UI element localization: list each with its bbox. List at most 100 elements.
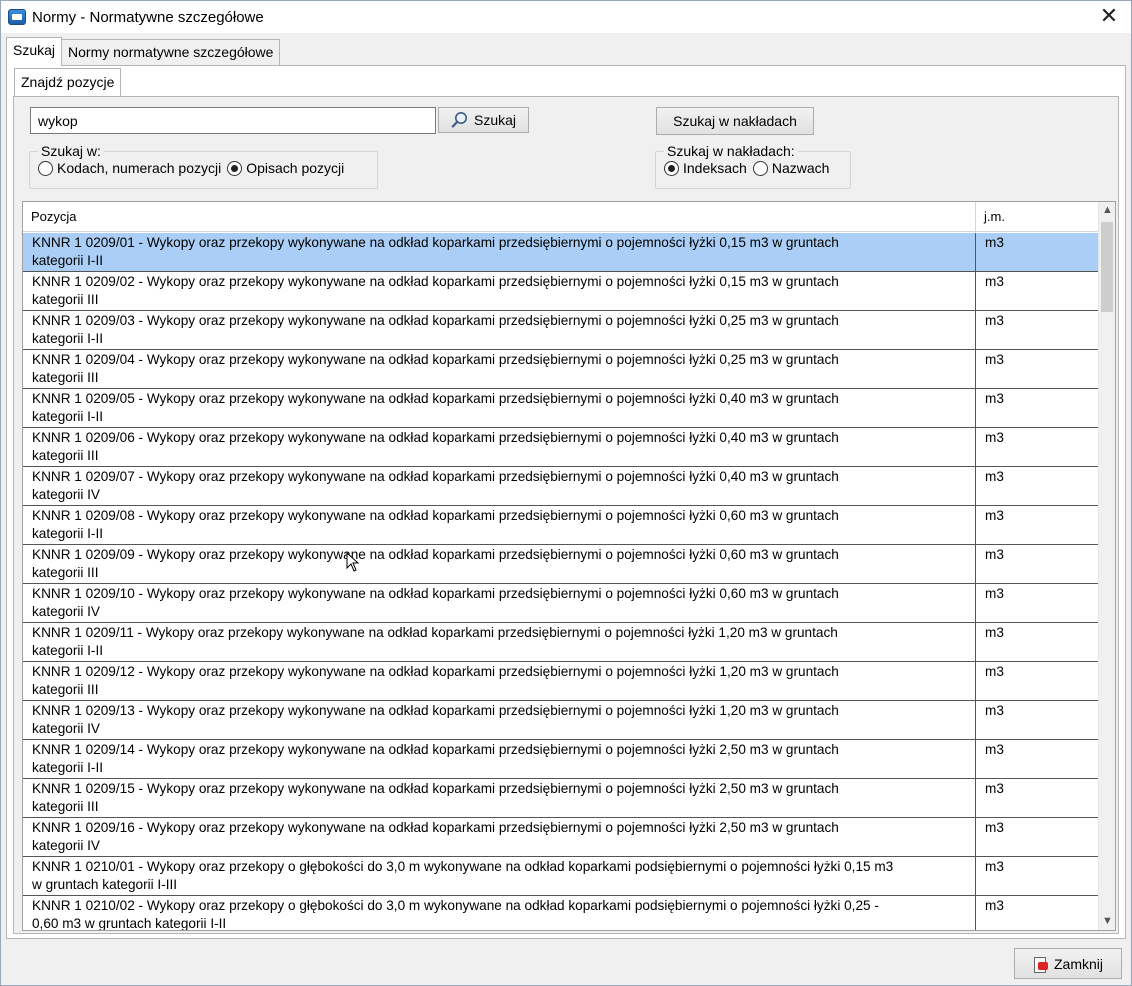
scroll-up-arrow-icon[interactable]: ▲ [1099, 202, 1115, 219]
scroll-thumb[interactable] [1101, 222, 1113, 312]
table-row[interactable]: KNNR 1 0209/01 - Wykopy oraz przekopy wy… [23, 233, 1101, 272]
cell-jm: m3 [985, 781, 1004, 796]
cell-jm: m3 [985, 430, 1004, 445]
subtab-znajdz-pozycje[interactable]: Znajdź pozycje [14, 68, 122, 96]
cell-pozycja: KNNR 1 0209/05 - Wykopy oraz przekopy wy… [23, 389, 976, 427]
radio-nazwach-circle[interactable] [752, 160, 768, 176]
cell-pozycja: KNNR 1 0209/07 - Wykopy oraz przekopy wy… [23, 467, 976, 505]
main-tabs: Szukaj Normy normatywne szczegółowe [6, 37, 281, 66]
cell-pozycja: KNNR 1 0209/08 - Wykopy oraz przekopy wy… [23, 506, 976, 544]
cell-pozycja: KNNR 1 0209/04 - Wykopy oraz przekopy wy… [23, 350, 976, 388]
cell-pozycja-line1: KNNR 1 0209/07 - Wykopy oraz przekopy wy… [32, 469, 839, 484]
cell-pozycja-line2: 0,60 m3 w gruntach kategorii I-II [32, 915, 227, 931]
cell-pozycja-line1: KNNR 1 0209/01 - Wykopy oraz przekopy wy… [32, 235, 839, 250]
table-row[interactable]: KNNR 1 0209/10 - Wykopy oraz przekopy wy… [23, 584, 1101, 623]
cell-pozycja-line2: kategorii III [32, 681, 99, 697]
cell-pozycja: KNNR 1 0209/15 - Wykopy oraz przekopy wy… [23, 779, 976, 817]
cell-pozycja-line1: KNNR 1 0209/11 - Wykopy oraz przekopy wy… [32, 625, 838, 640]
table-row[interactable]: KNNR 1 0209/02 - Wykopy oraz przekopy wy… [23, 272, 1101, 311]
cell-pozycja-line2: kategorii IV [32, 486, 101, 502]
cell-pozycja: KNNR 1 0210/01 - Wykopy oraz przekopy o … [23, 857, 976, 895]
radio-kodach[interactable]: Kodach, numerach pozycji [38, 160, 221, 176]
radio-opisach-label: Opisach pozycji [246, 160, 345, 176]
cell-pozycja-line1: KNNR 1 0209/04 - Wykopy oraz przekopy wy… [32, 352, 839, 367]
zamknij-label: Zamknij [1053, 955, 1103, 972]
cell-pozycja-line2: kategorii III [32, 798, 99, 814]
cell-pozycja: KNNR 1 0209/13 - Wykopy oraz przekopy wy… [23, 701, 976, 739]
radio-opisach[interactable]: Opisach pozycji [227, 160, 344, 176]
title-bar: Normy - Normatywne szczegółowe ✕ [1, 1, 1131, 33]
cell-jm: m3 [985, 469, 1004, 484]
vertical-scrollbar[interactable]: ▲ ▼ [1098, 202, 1115, 930]
table-row[interactable]: KNNR 1 0209/14 - Wykopy oraz przekopy wy… [23, 740, 1101, 779]
cell-pozycja-line1: KNNR 1 0209/09 - Wykopy oraz przekopy wy… [32, 547, 839, 562]
cell-pozycja-line1: KNNR 1 0209/16 - Wykopy oraz przekopy wy… [32, 820, 839, 835]
cell-pozycja: KNNR 1 0209/06 - Wykopy oraz przekopy wy… [23, 428, 976, 466]
app-icon [8, 9, 26, 25]
cell-jm: m3 [985, 547, 1004, 562]
table-row[interactable]: KNNR 1 0210/01 - Wykopy oraz przekopy o … [23, 857, 1101, 896]
column-header-pozycja[interactable]: Pozycja [23, 202, 976, 232]
search-naklady-button[interactable]: Szukaj w nakładach [656, 107, 814, 135]
radio-indeksach[interactable]: Indeksach [664, 160, 747, 176]
cell-jm: m3 [985, 586, 1004, 601]
table-row[interactable]: KNNR 1 0209/06 - Wykopy oraz przekopy wy… [23, 428, 1101, 467]
cell-pozycja: KNNR 1 0209/14 - Wykopy oraz przekopy wy… [23, 740, 976, 778]
table-row[interactable]: KNNR 1 0209/09 - Wykopy oraz przekopy wy… [23, 545, 1101, 584]
cell-jm: m3 [985, 742, 1004, 757]
tab-szukaj[interactable]: Szukaj [6, 37, 63, 66]
radio-nazwach-label: Nazwach [771, 160, 830, 176]
radio-kodach-circle[interactable] [38, 160, 53, 176]
table-row[interactable]: KNNR 1 0210/02 - Wykopy oraz przekopy o … [23, 896, 1101, 931]
scroll-down-arrow-icon[interactable]: ▼ [1099, 913, 1115, 930]
search-input[interactable] [30, 107, 436, 134]
cell-pozycja: KNNR 1 0209/03 - Wykopy oraz przekopy wy… [23, 311, 976, 349]
cell-jm: m3 [985, 703, 1004, 718]
close-icon[interactable]: ✕ [1095, 5, 1123, 29]
cell-pozycja-line1: KNNR 1 0210/01 - Wykopy oraz przekopy o … [32, 859, 894, 874]
cell-pozycja-line2: kategorii I-II [32, 330, 104, 346]
exit-door-icon [1033, 956, 1049, 973]
column-header-jm[interactable]: j.m. [976, 202, 1101, 232]
cell-pozycja-line2: kategorii IV [32, 603, 101, 619]
cell-pozycja-line1: KNNR 1 0209/14 - Wykopy oraz przekopy wy… [32, 742, 839, 757]
results-grid: Pozycja j.m. KNNR 1 0209/01 - Wykopy ora… [22, 201, 1116, 931]
radio-indeksach-circle[interactable] [664, 160, 679, 176]
table-row[interactable]: KNNR 1 0209/03 - Wykopy oraz przekopy wy… [23, 311, 1101, 350]
table-row[interactable]: KNNR 1 0209/05 - Wykopy oraz przekopy wy… [23, 389, 1101, 428]
table-row[interactable]: KNNR 1 0209/04 - Wykopy oraz przekopy wy… [23, 350, 1101, 389]
radio-opisach-circle[interactable] [227, 160, 243, 176]
tab-normy[interactable]: Normy normatywne szczegółowe [61, 39, 281, 66]
cell-pozycja-line1: KNNR 1 0209/10 - Wykopy oraz przekopy wy… [32, 586, 839, 601]
zamknij-button[interactable]: Zamknij [1014, 948, 1122, 979]
table-row[interactable]: KNNR 1 0209/13 - Wykopy oraz przekopy wy… [23, 701, 1101, 740]
cell-pozycja-line2: kategorii III [32, 369, 99, 385]
cell-pozycja: KNNR 1 0209/10 - Wykopy oraz przekopy wy… [23, 584, 976, 622]
szukaj-w-legend: Szukaj w: [41, 143, 101, 159]
cell-jm: m3 [985, 664, 1004, 679]
cell-pozycja: KNNR 1 0209/01 - Wykopy oraz przekopy wy… [23, 233, 976, 271]
table-row[interactable]: KNNR 1 0209/15 - Wykopy oraz przekopy wy… [23, 779, 1101, 818]
cell-pozycja: KNNR 1 0209/12 - Wykopy oraz przekopy wy… [23, 662, 976, 700]
search-button[interactable]: Szukaj [438, 107, 529, 133]
cell-jm: m3 [985, 508, 1004, 523]
cell-pozycja: KNNR 1 0210/02 - Wykopy oraz przekopy o … [23, 896, 976, 931]
cell-pozycja-line2: kategorii I-II [32, 525, 104, 541]
cell-pozycja-line2: kategorii I-II [32, 408, 104, 424]
cell-pozycja-line2: kategorii IV [32, 837, 101, 853]
cell-jm: m3 [985, 352, 1004, 367]
cell-pozycja-line1: KNNR 1 0209/15 - Wykopy oraz przekopy wy… [32, 781, 839, 796]
table-row[interactable]: KNNR 1 0209/12 - Wykopy oraz przekopy wy… [23, 662, 1101, 701]
cell-pozycja-line1: KNNR 1 0209/05 - Wykopy oraz przekopy wy… [32, 391, 839, 406]
table-row[interactable]: KNNR 1 0209/11 - Wykopy oraz przekopy wy… [23, 623, 1101, 662]
radio-nazwach[interactable]: Nazwach [752, 160, 830, 176]
radio-kodach-label: Kodach, numerach pozycji [57, 160, 222, 176]
cell-pozycja-line1: KNNR 1 0209/12 - Wykopy oraz przekopy wy… [32, 664, 839, 679]
table-row[interactable]: KNNR 1 0209/07 - Wykopy oraz przekopy wy… [23, 467, 1101, 506]
table-row[interactable]: KNNR 1 0209/16 - Wykopy oraz przekopy wy… [23, 818, 1101, 857]
szukaj-w-group: Szukaj w: Kodach, numerach pozycji Opisa… [29, 143, 378, 189]
table-row[interactable]: KNNR 1 0209/08 - Wykopy oraz przekopy wy… [23, 506, 1101, 545]
cell-pozycja: KNNR 1 0209/16 - Wykopy oraz przekopy wy… [23, 818, 976, 856]
cell-pozycja-line1: KNNR 1 0209/02 - Wykopy oraz przekopy wy… [32, 274, 839, 289]
tab-panel-szukaj: Znajdź pozycje Szukaj Szukaj w nakładach… [6, 65, 1126, 939]
